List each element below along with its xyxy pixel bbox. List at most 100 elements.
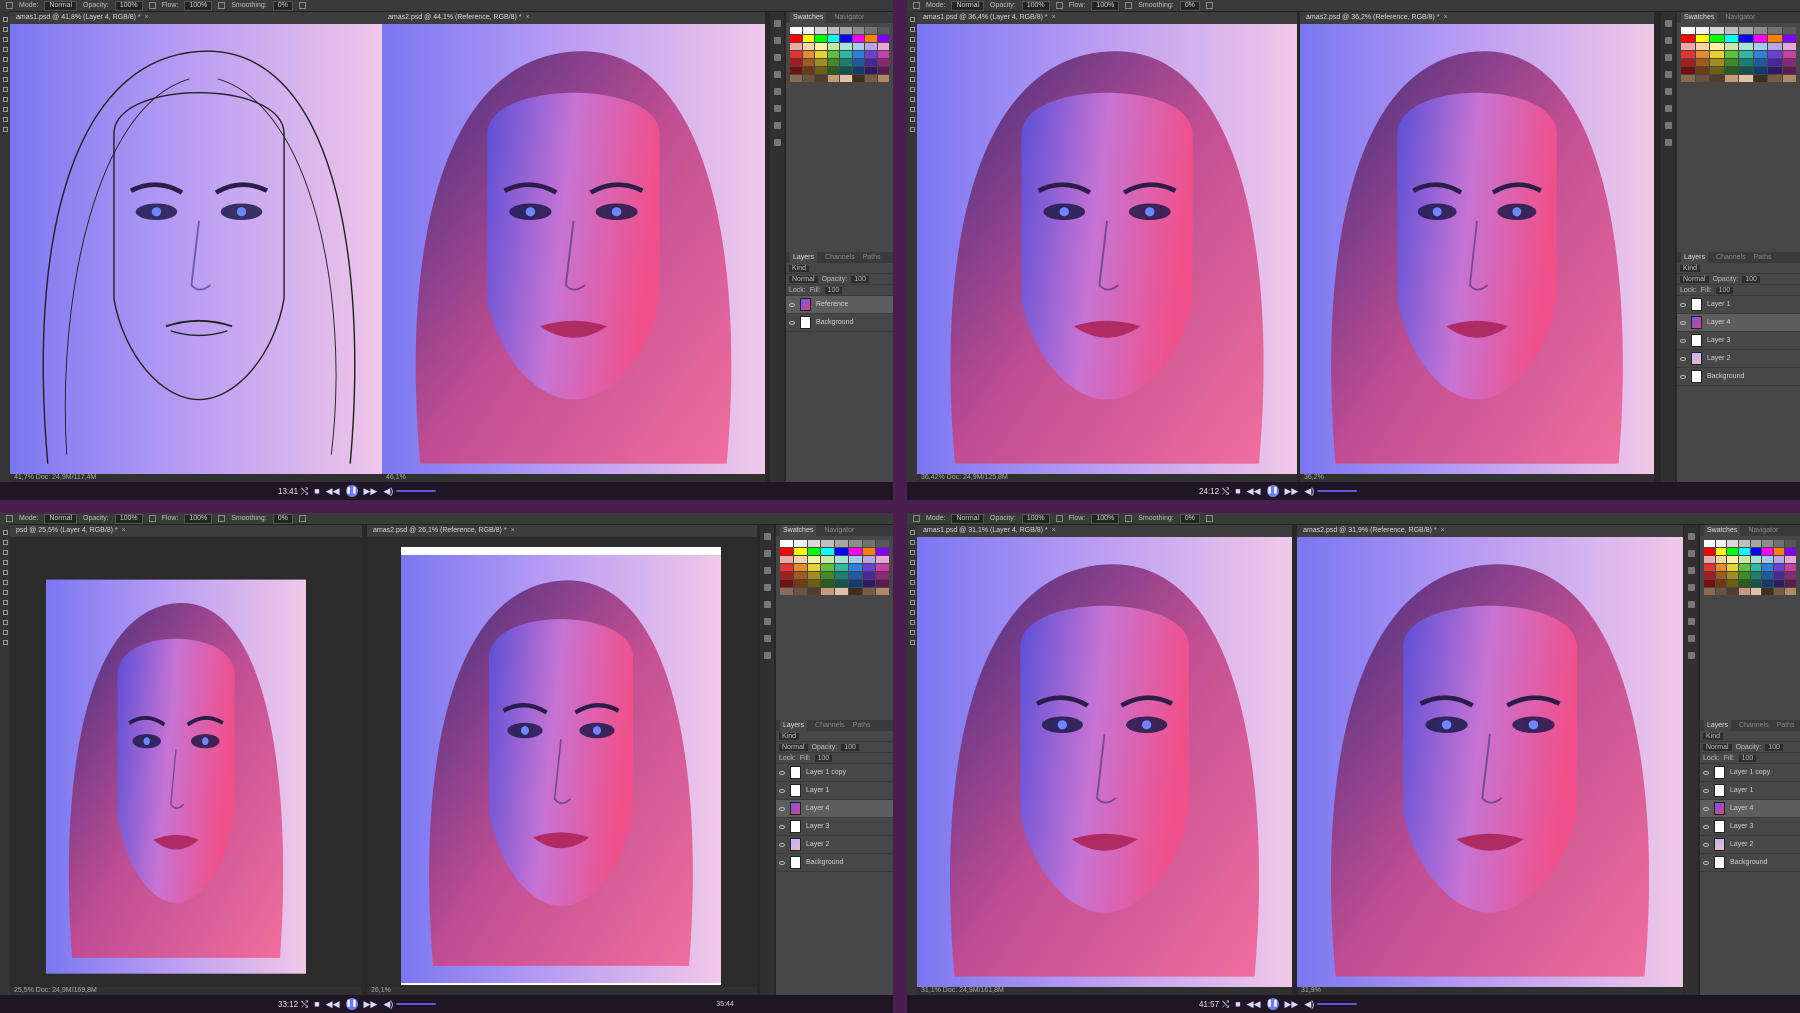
- blend-mode-dropdown[interactable]: Normal: [779, 744, 808, 751]
- document-tab-reference[interactable]: amas2.psd @ 44,1% (Reference, RGB/8) *×: [382, 12, 765, 24]
- character-icon[interactable]: [1688, 601, 1695, 608]
- visibility-eye-icon[interactable]: [1703, 861, 1709, 865]
- zoom-tool-icon[interactable]: [910, 127, 915, 132]
- color-swatch[interactable]: [878, 35, 890, 42]
- tab-channels[interactable]: Channels: [1739, 720, 1769, 731]
- eraser-tool-icon[interactable]: [3, 77, 8, 82]
- flow-field[interactable]: 100%: [1091, 514, 1119, 524]
- volume-slider[interactable]: [1317, 490, 1357, 492]
- brush-tool-icon[interactable]: [3, 67, 8, 72]
- color-swatch[interactable]: [1739, 35, 1753, 42]
- color-swatch[interactable]: [1727, 548, 1738, 555]
- layer-row[interactable]: Layer 2: [1700, 836, 1800, 854]
- kind-filter[interactable]: Kind: [779, 733, 799, 740]
- color-swatch[interactable]: [849, 588, 862, 595]
- color-swatch[interactable]: [803, 27, 815, 34]
- history-icon[interactable]: [774, 20, 781, 27]
- color-swatch[interactable]: [865, 75, 877, 82]
- color-swatch[interactable]: [1696, 67, 1710, 74]
- color-swatch[interactable]: [803, 43, 815, 50]
- tab-layers[interactable]: Layers: [780, 720, 807, 731]
- smoothing-field[interactable]: 0%: [273, 1, 293, 11]
- brush-settings-icon[interactable]: [1688, 567, 1695, 574]
- color-swatch[interactable]: [1727, 540, 1738, 547]
- hand-tool-icon[interactable]: [910, 117, 915, 122]
- color-swatch[interactable]: [863, 580, 876, 587]
- color-swatch[interactable]: [840, 59, 852, 66]
- visibility-eye-icon[interactable]: [1703, 789, 1709, 793]
- color-swatch[interactable]: [821, 572, 834, 579]
- tab-swatches[interactable]: Swatches: [790, 12, 826, 23]
- info-icon[interactable]: [1665, 139, 1672, 146]
- marquee-tool-icon[interactable]: [910, 540, 915, 545]
- color-swatch[interactable]: [1716, 564, 1727, 571]
- visibility-eye-icon[interactable]: [779, 771, 785, 775]
- opacity-field[interactable]: 100%: [115, 514, 143, 524]
- gear-icon[interactable]: [1206, 515, 1213, 522]
- volume-slider[interactable]: [396, 490, 436, 492]
- color-swatch[interactable]: [1681, 43, 1695, 50]
- blend-mode-dropdown[interactable]: Normal: [1680, 276, 1709, 283]
- color-swatch[interactable]: [1704, 540, 1715, 547]
- shuffle-icon[interactable]: ⤭: [1222, 999, 1229, 1010]
- color-swatch[interactable]: [1739, 556, 1750, 563]
- tab-layers[interactable]: Layers: [1704, 720, 1731, 731]
- color-swatch[interactable]: [790, 35, 802, 42]
- color-swatch[interactable]: [815, 67, 827, 74]
- crop-tool-icon[interactable]: [910, 560, 915, 565]
- color-swatch[interactable]: [835, 588, 848, 595]
- color-swatch[interactable]: [1785, 540, 1796, 547]
- color-swatch[interactable]: [780, 556, 793, 563]
- layer-row[interactable]: Layer 4: [1700, 800, 1800, 818]
- paragraph-icon[interactable]: [1665, 105, 1672, 112]
- color-swatch[interactable]: [1739, 580, 1750, 587]
- tab-navigator[interactable]: Navigator: [834, 12, 864, 23]
- lasso-tool-icon[interactable]: [910, 37, 915, 42]
- history-icon[interactable]: [1688, 533, 1695, 540]
- layer-row[interactable]: Reference: [786, 296, 893, 314]
- color-swatch[interactable]: [1768, 59, 1782, 66]
- color-swatch[interactable]: [1725, 27, 1739, 34]
- color-swatch[interactable]: [1710, 75, 1724, 82]
- play-pause-button[interactable]: ❚❚: [1267, 998, 1279, 1010]
- color-swatch[interactable]: [1768, 51, 1782, 58]
- stop-icon[interactable]: ■: [314, 999, 319, 1009]
- layer-row[interactable]: Layer 2: [1677, 350, 1800, 368]
- tab-paths[interactable]: Paths: [1754, 252, 1772, 263]
- layer-row[interactable]: Background: [786, 314, 893, 332]
- color-swatch[interactable]: [1704, 572, 1715, 579]
- gradient-tool-icon[interactable]: [3, 600, 8, 605]
- color-swatch[interactable]: [878, 51, 890, 58]
- color-swatch[interactable]: [876, 572, 889, 579]
- tab-channels[interactable]: Channels: [815, 720, 845, 731]
- color-swatch[interactable]: [1762, 588, 1773, 595]
- color-swatch[interactable]: [780, 540, 793, 547]
- color-swatch[interactable]: [1739, 59, 1753, 66]
- color-swatch[interactable]: [1739, 540, 1750, 547]
- history-icon[interactable]: [1665, 20, 1672, 27]
- color-swatch[interactable]: [1696, 51, 1710, 58]
- fill-field[interactable]: 100: [815, 755, 833, 762]
- volume-slider[interactable]: [1317, 1003, 1357, 1005]
- color-swatch[interactable]: [1754, 75, 1768, 82]
- color-swatch[interactable]: [878, 67, 890, 74]
- color-swatch[interactable]: [1716, 588, 1727, 595]
- volume-icon[interactable]: ◀): [383, 999, 393, 1010]
- layer-row[interactable]: Background: [776, 854, 893, 872]
- visibility-eye-icon[interactable]: [1703, 843, 1709, 847]
- color-swatch[interactable]: [1710, 43, 1724, 50]
- color-swatch[interactable]: [803, 51, 815, 58]
- visibility-eye-icon[interactable]: [779, 843, 785, 847]
- color-swatch[interactable]: [853, 67, 865, 74]
- color-swatch[interactable]: [1739, 27, 1753, 34]
- color-swatch[interactable]: [1774, 588, 1785, 595]
- color-swatch[interactable]: [853, 27, 865, 34]
- stop-icon[interactable]: ■: [1235, 486, 1240, 496]
- smudge-tool-icon[interactable]: [910, 610, 915, 615]
- color-swatch[interactable]: [865, 51, 877, 58]
- brush-tool-icon[interactable]: [913, 2, 920, 9]
- color-swatch[interactable]: [1768, 35, 1782, 42]
- color-swatch[interactable]: [1762, 548, 1773, 555]
- opacity-field[interactable]: 100%: [1022, 1, 1050, 11]
- color-swatch[interactable]: [849, 580, 862, 587]
